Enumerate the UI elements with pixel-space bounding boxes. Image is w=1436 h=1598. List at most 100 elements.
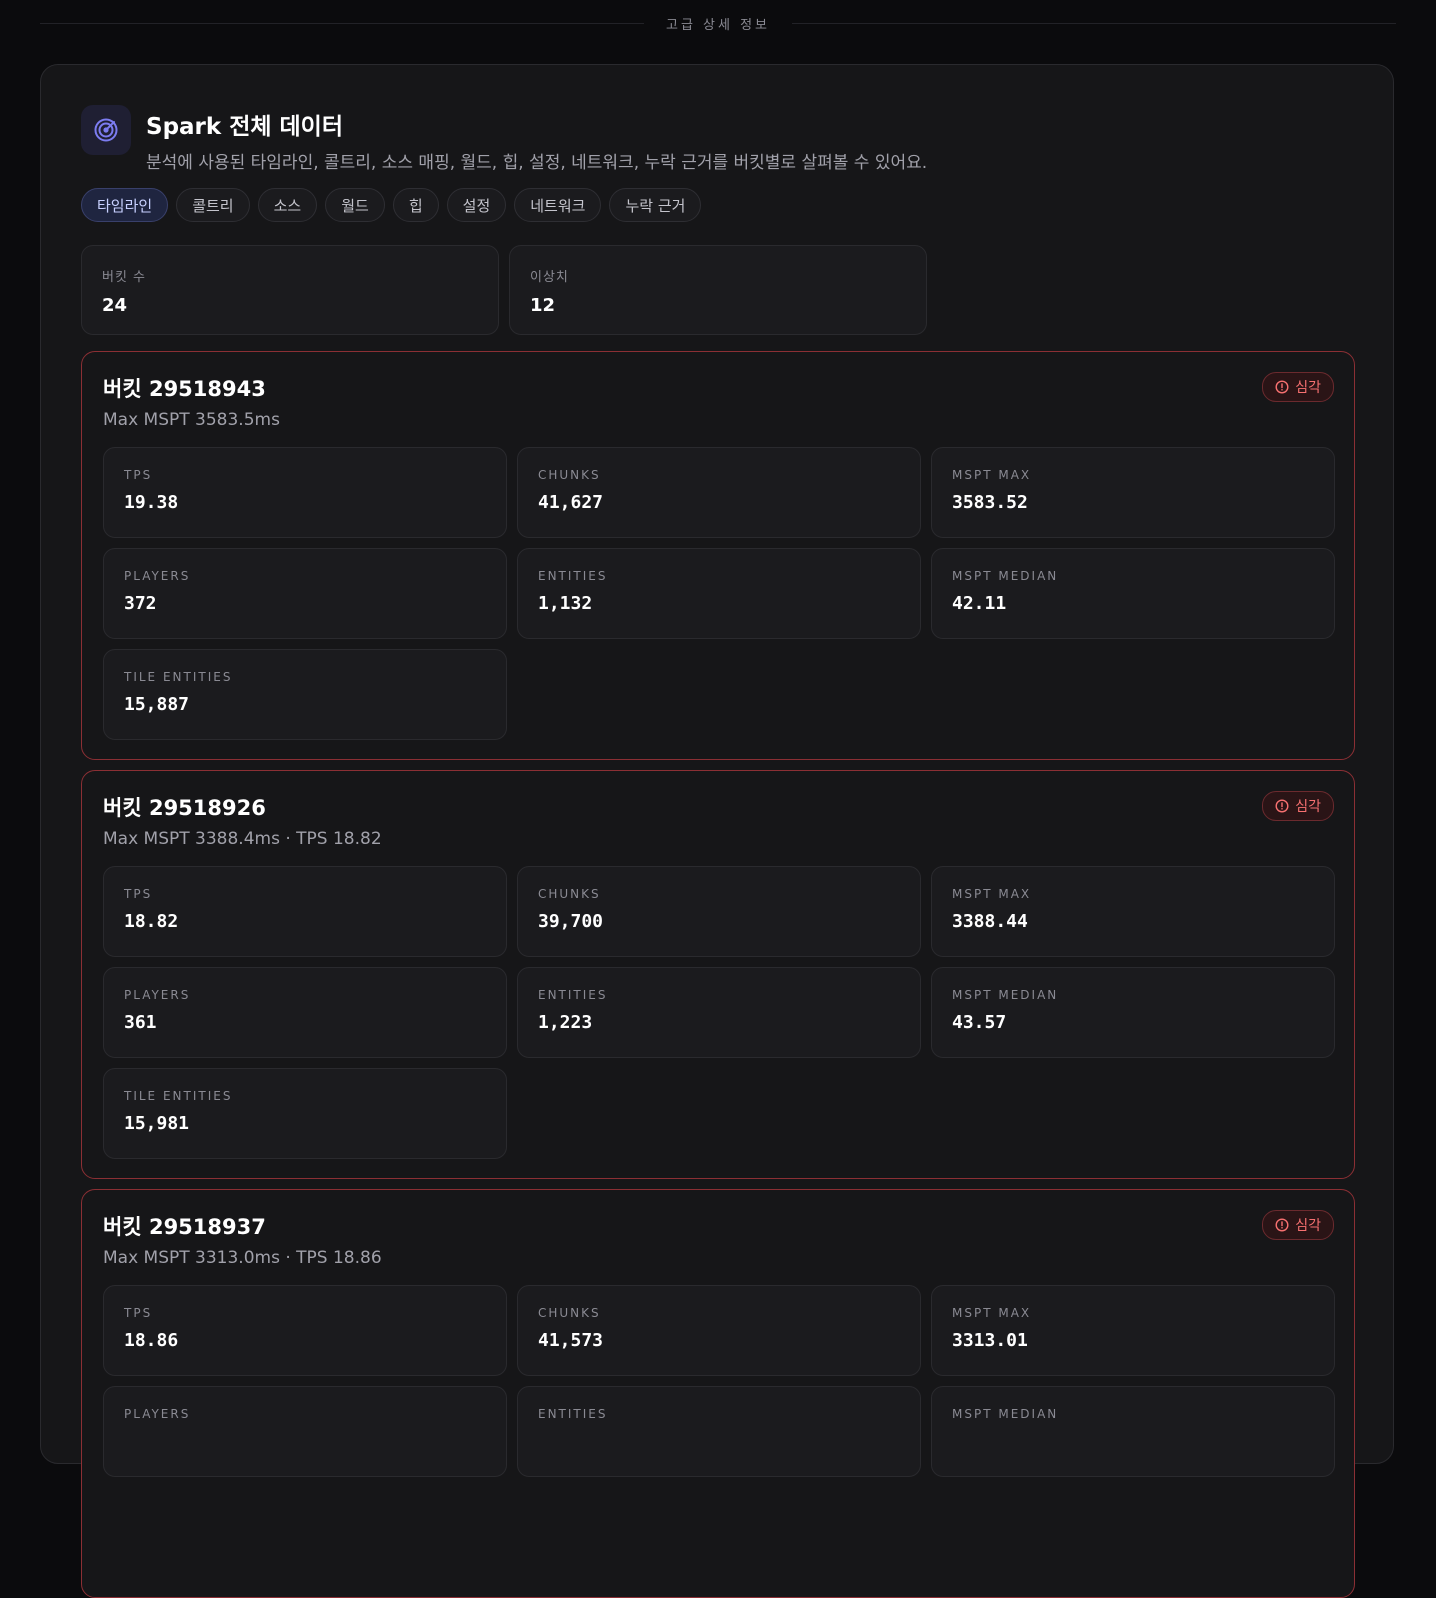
metric-chunks: CHUNKS 39,700 [517, 866, 921, 957]
metric-label: MSPT MAX [952, 887, 1032, 901]
metric-label: TPS [124, 887, 153, 901]
metric-tps: TPS 19.38 [103, 447, 507, 538]
metric-tile-entities: TILE ENTITIES 15,981 [103, 1068, 507, 1159]
bucket-subtitle: Max MSPT 3583.5ms [103, 410, 280, 430]
bucket-card: 버킷 29518926 Max MSPT 3388.4ms · TPS 18.82… [81, 770, 1355, 1179]
metric-value: 18.86 [124, 1330, 179, 1351]
summary-outliers: 이상치 12 [509, 245, 927, 335]
metric-label: MSPT MEDIAN [952, 988, 1059, 1002]
alert-circle-icon [1275, 1218, 1289, 1232]
bucket-title: 버킷 29518926 [103, 796, 266, 820]
section-label: 고급 상세 정보 [665, 17, 771, 33]
metric-value: 372 [124, 593, 157, 614]
metric-label: CHUNKS [538, 468, 601, 482]
severity-badge: 심각 [1262, 791, 1334, 821]
summary-value: 12 [530, 295, 556, 316]
summary-label: 이상치 [530, 270, 569, 285]
metric-chunks: CHUNKS 41,627 [517, 447, 921, 538]
metric-value: 3313.01 [952, 1330, 1028, 1351]
metric-players: PLAYERS [103, 1386, 507, 1477]
spark-data-panel: Spark 전체 데이터 분석에 사용된 타임라인, 콜트리, 소스 매핑, 월… [40, 64, 1394, 1598]
metric-value: 18.82 [124, 911, 179, 932]
summary-value: 24 [102, 295, 128, 316]
severity-badge: 심각 [1262, 372, 1334, 402]
metric-value: 3583.52 [952, 492, 1028, 513]
alert-circle-icon [1275, 380, 1289, 394]
metric-mspt-max: MSPT MAX 3583.52 [931, 447, 1335, 538]
panel-title: Spark 전체 데이터 [146, 114, 344, 140]
tab-calltree[interactable]: 콜트리 [176, 188, 250, 222]
metric-mspt-max: MSPT MAX 3388.44 [931, 866, 1335, 957]
tab-world[interactable]: 월드 [325, 188, 385, 222]
tab-heap[interactable]: 힙 [392, 188, 439, 222]
metric-value: 39,700 [538, 911, 604, 932]
metric-label: MSPT MEDIAN [952, 569, 1059, 583]
metric-value: 1,132 [538, 593, 593, 614]
metric-mspt-median: MSPT MEDIAN 43.57 [931, 967, 1335, 1058]
metric-label: TILE ENTITIES [124, 670, 233, 684]
metric-value: 1,223 [538, 1012, 593, 1033]
bucket-title: 버킷 29518937 [103, 1215, 266, 1239]
metric-label: ENTITIES [538, 1407, 608, 1421]
bucket-card: 버킷 29518937 Max MSPT 3313.0ms · TPS 18.86… [81, 1189, 1355, 1598]
metric-label: PLAYERS [124, 988, 191, 1002]
metric-mspt-median: MSPT MEDIAN [931, 1386, 1335, 1477]
summary-label: 버킷 수 [102, 270, 147, 285]
alert-circle-icon [1275, 799, 1289, 813]
metric-value: 19.38 [124, 492, 179, 513]
metric-entities: ENTITIES 1,132 [517, 548, 921, 639]
metric-value: 41,573 [538, 1330, 604, 1351]
metric-label: CHUNKS [538, 1306, 601, 1320]
bucket-card: 버킷 29518943 Max MSPT 3583.5ms 심각 TPS 19.38 CH… [81, 351, 1355, 760]
metric-value: 41,627 [538, 492, 604, 513]
tab-missing-evidence[interactable]: 누락 근거 [609, 188, 702, 222]
tab-network[interactable]: 네트워크 [514, 188, 602, 222]
divider-line-left [40, 22, 644, 24]
metric-tile-entities: TILE ENTITIES 15,887 [103, 649, 507, 740]
section-divider: 고급 상세 정보 [40, 8, 1396, 38]
metric-label: TPS [124, 468, 153, 482]
metric-entities: ENTITIES [517, 1386, 921, 1477]
metric-label: PLAYERS [124, 569, 191, 583]
metric-value: 3388.44 [952, 911, 1028, 932]
tab-timeline[interactable]: 타임라인 [81, 188, 169, 222]
panel-header: Spark 전체 데이터 분석에 사용된 타임라인, 콜트리, 소스 매핑, 월… [81, 105, 927, 173]
divider-line-right [792, 22, 1396, 24]
severity-badge: 심각 [1262, 1210, 1334, 1240]
severity-badge-label: 심각 [1295, 380, 1321, 396]
bucket-subtitle: Max MSPT 3388.4ms · TPS 18.82 [103, 829, 382, 849]
severity-badge-label: 심각 [1295, 799, 1321, 815]
metric-label: ENTITIES [538, 569, 608, 583]
metric-chunks: CHUNKS 41,573 [517, 1285, 921, 1376]
bucket-subtitle: Max MSPT 3313.0ms · TPS 18.86 [103, 1248, 382, 1268]
metric-value: 15,981 [124, 1113, 190, 1134]
metric-mspt-median: MSPT MEDIAN 42.11 [931, 548, 1335, 639]
metric-players: PLAYERS 372 [103, 548, 507, 639]
metric-value: 15,887 [124, 694, 190, 715]
metric-players: PLAYERS 361 [103, 967, 507, 1058]
metric-tps: TPS 18.82 [103, 866, 507, 957]
metric-label: TILE ENTITIES [124, 1089, 233, 1103]
metric-tps: TPS 18.86 [103, 1285, 507, 1376]
bucket-title: 버킷 29518943 [103, 377, 266, 401]
metric-label: MSPT MAX [952, 468, 1032, 482]
panel-subtitle: 분석에 사용된 타임라인, 콜트리, 소스 매핑, 월드, 힙, 설정, 네트워… [146, 153, 928, 173]
metric-label: CHUNKS [538, 887, 601, 901]
summary-bucket-count: 버킷 수 24 [81, 245, 499, 335]
radar-icon [81, 105, 131, 155]
metric-value: 361 [124, 1012, 157, 1033]
severity-badge-label: 심각 [1295, 1218, 1321, 1234]
metric-value: 43.57 [952, 1012, 1007, 1033]
metric-value: 42.11 [952, 593, 1007, 614]
tab-source[interactable]: 소스 [257, 188, 318, 222]
metric-mspt-max: MSPT MAX 3313.01 [931, 1285, 1335, 1376]
metric-label: TPS [124, 1306, 153, 1320]
metric-label: ENTITIES [538, 988, 608, 1002]
summary-row: 버킷 수 24 이상치 12 [81, 245, 937, 335]
tab-config[interactable]: 설정 [446, 188, 507, 222]
metric-entities: ENTITIES 1,223 [517, 967, 921, 1058]
tab-bar: 타임라인 콜트리 소스 월드 힙 설정 네트워크 누락 근거 [81, 188, 709, 222]
metric-label: PLAYERS [124, 1407, 191, 1421]
metric-label: MSPT MEDIAN [952, 1407, 1059, 1421]
metric-label: MSPT MAX [952, 1306, 1032, 1320]
